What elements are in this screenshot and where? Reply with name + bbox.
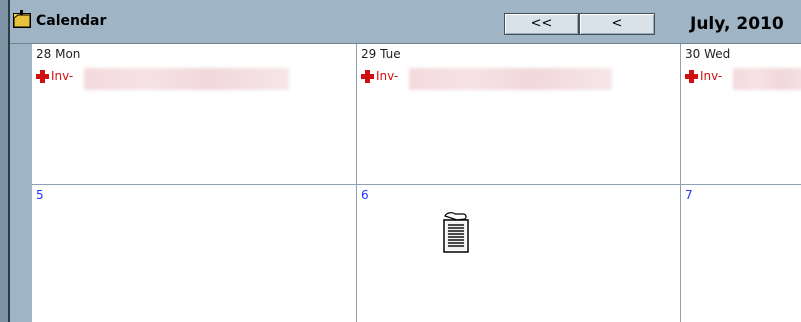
red-cross-icon <box>685 69 698 83</box>
day-number: 5 <box>36 188 44 202</box>
day-cell-5[interactable]: 5 <box>32 185 356 322</box>
redacted-text <box>733 68 801 90</box>
day-cell-30[interactable]: 30 Wed Inv- <box>681 44 801 184</box>
previous-year-button[interactable]: << <box>504 13 579 35</box>
folder-calendar-icon <box>13 10 31 28</box>
calendar-grid: 28 Mon Inv- 29 Tue Inv- 30 Wed Inv- 5 6 … <box>32 44 801 322</box>
day-cell-7[interactable]: 7 <box>681 185 801 322</box>
calendar-event[interactable]: Inv- <box>36 66 73 86</box>
window-left-border <box>0 0 10 322</box>
event-text: Inv- <box>376 69 399 83</box>
redacted-text <box>84 68 289 90</box>
day-cell-28[interactable]: 28 Mon Inv- <box>32 44 356 184</box>
day-cell-29[interactable]: 29 Tue Inv- <box>357 44 680 184</box>
window-title: Calendar <box>36 13 107 29</box>
month-label: July, 2010 <box>690 14 784 34</box>
redacted-text <box>409 68 612 90</box>
day-label: 30 Wed <box>685 47 731 61</box>
event-text: Inv- <box>700 69 723 83</box>
day-number: 6 <box>361 188 369 202</box>
red-cross-icon <box>36 69 49 83</box>
red-cross-icon <box>361 69 374 83</box>
calendar-event[interactable]: Inv- <box>361 66 398 86</box>
previous-month-button[interactable]: < <box>579 13 655 35</box>
drag-document-icon <box>443 212 469 253</box>
title-bar: Calendar << < July, 2010 <box>10 0 801 44</box>
calendar-event[interactable]: Inv- <box>685 66 722 86</box>
day-label: 28 Mon <box>36 47 81 61</box>
day-cell-6[interactable]: 6 <box>357 185 680 322</box>
day-label: 29 Tue <box>361 47 401 61</box>
event-text: Inv- <box>51 69 74 83</box>
day-number: 7 <box>685 188 693 202</box>
